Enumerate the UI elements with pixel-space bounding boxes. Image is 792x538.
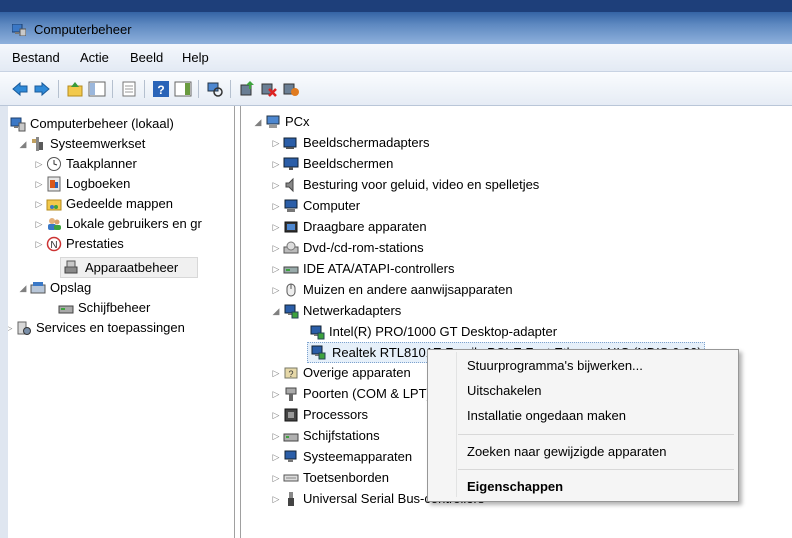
- network-adapter-icon: [284, 304, 299, 319]
- cdrom-icon: [283, 241, 299, 254]
- toolbar: ?: [0, 72, 792, 106]
- collapsed-arrow-icon[interactable]: ▷: [271, 259, 281, 279]
- unknown-device-icon: ?: [284, 367, 298, 379]
- monitor-icon: [283, 157, 299, 170]
- computer-management-icon: [12, 24, 26, 36]
- collapsed-arrow-icon[interactable]: ▷: [8, 318, 14, 338]
- context-menu-separator: [458, 469, 734, 470]
- collapsed-arrow-icon[interactable]: ▷: [271, 447, 281, 467]
- disk-drive-icon: [283, 433, 299, 442]
- toolbar-separator: [112, 80, 113, 98]
- menu-item-uitschakelen[interactable]: Uitschakelen: [467, 383, 541, 398]
- toolbar-separator: [198, 80, 199, 98]
- computer-icon: [284, 199, 298, 212]
- collapsed-arrow-icon[interactable]: ▷: [34, 234, 44, 254]
- collapsed-arrow-icon[interactable]: ▷: [271, 217, 281, 237]
- menu-bar: Bestand Actie Beeld Help: [0, 44, 792, 72]
- toolbar-separator: [58, 80, 59, 98]
- expanded-arrow-icon[interactable]: ◢: [271, 301, 281, 321]
- update-driver-icon[interactable]: [238, 80, 256, 98]
- collapsed-arrow-icon[interactable]: ▷: [271, 363, 281, 383]
- title-bar: Computerbeheer: [0, 0, 792, 44]
- users-icon: [48, 218, 61, 230]
- menu-item-zoeken-gewijzigde-apparaten[interactable]: Zoeken naar gewijzigde apparaten: [467, 444, 666, 459]
- scan-hardware-icon[interactable]: [206, 80, 224, 98]
- port-icon: [285, 387, 297, 401]
- help-icon[interactable]: ?: [152, 80, 170, 98]
- collapsed-arrow-icon[interactable]: ▷: [34, 194, 44, 214]
- storage-icon: [30, 282, 46, 294]
- collapsed-arrow-icon[interactable]: ▷: [271, 133, 281, 153]
- window-frame-top: [0, 0, 792, 12]
- system-tools-icon: [32, 137, 43, 151]
- usb-icon: [288, 492, 294, 506]
- expanded-arrow-icon[interactable]: ◢: [18, 278, 28, 298]
- tree-item-apparaatbeheer[interactable]: Apparaatbeheer: [60, 257, 198, 278]
- collapsed-arrow-icon[interactable]: ▷: [271, 175, 281, 195]
- clock-icon: [47, 157, 61, 171]
- performance-icon: N: [46, 236, 62, 252]
- uninstall-device-icon[interactable]: [282, 80, 300, 98]
- collapsed-arrow-icon[interactable]: ▷: [271, 384, 281, 404]
- disable-device-icon[interactable]: [260, 80, 278, 98]
- device-manager-icon: [64, 260, 78, 274]
- speaker-icon: [285, 177, 294, 193]
- collapsed-arrow-icon[interactable]: ▷: [34, 174, 44, 194]
- display-adapter-icon: [283, 137, 297, 149]
- ide-controller-icon: [283, 266, 299, 274]
- properties-icon[interactable]: [120, 80, 138, 98]
- svg-text:N: N: [50, 240, 57, 251]
- shared-folder-icon: [46, 199, 62, 211]
- event-viewer-icon: [47, 176, 61, 192]
- show-hide-action-pane-icon[interactable]: [174, 80, 192, 98]
- console-tree-pane: Computerbeheer (lokaal) ◢ Systeemwerkset…: [8, 106, 235, 538]
- collapsed-arrow-icon[interactable]: ▷: [271, 154, 281, 174]
- computer-management-icon: [10, 117, 26, 132]
- context-menu: Stuurprogramma's bijwerken... Uitschakel…: [427, 349, 739, 502]
- collapsed-arrow-icon[interactable]: ▷: [34, 214, 44, 234]
- keyboard-icon: [283, 474, 299, 482]
- menu-item-eigenschappen[interactable]: Eigenschappen: [467, 479, 563, 494]
- expanded-arrow-icon[interactable]: ◢: [18, 134, 28, 154]
- menu-bestand[interactable]: Bestand: [12, 50, 60, 65]
- collapsed-arrow-icon[interactable]: ▷: [271, 489, 281, 509]
- processor-icon: [284, 408, 298, 422]
- collapsed-arrow-icon[interactable]: ▷: [271, 238, 281, 258]
- back-arrow-icon[interactable]: [11, 80, 29, 98]
- menu-item-stuurprogramma-bijwerken[interactable]: Stuurprogramma's bijwerken...: [467, 358, 643, 373]
- collapsed-arrow-icon[interactable]: ▷: [271, 468, 281, 488]
- show-hide-tree-icon[interactable]: [88, 80, 106, 98]
- expanded-arrow-icon[interactable]: ◢: [253, 112, 263, 132]
- collapsed-arrow-icon[interactable]: ▷: [271, 196, 281, 216]
- portable-device-icon: [284, 221, 298, 233]
- svg-text:?: ?: [157, 83, 164, 97]
- toolbar-separator: [230, 80, 231, 98]
- collapsed-arrow-icon[interactable]: ▷: [34, 154, 44, 174]
- window-title: Computerbeheer: [34, 22, 132, 37]
- toolbar-separator: [144, 80, 145, 98]
- window-left-edge: [0, 106, 8, 538]
- collapsed-arrow-icon[interactable]: ▷: [271, 280, 281, 300]
- menu-help[interactable]: Help: [182, 50, 209, 65]
- up-folder-icon[interactable]: [66, 80, 84, 98]
- collapsed-arrow-icon[interactable]: ▷: [271, 405, 281, 425]
- menu-item-installatie-ongedaan-maken[interactable]: Installatie ongedaan maken: [467, 408, 626, 423]
- context-menu-gutter: [456, 352, 457, 497]
- menu-beeld[interactable]: Beeld: [130, 50, 163, 65]
- disk-management-icon: [58, 305, 74, 314]
- forward-arrow-icon[interactable]: [33, 80, 51, 98]
- computer-icon: [266, 115, 280, 128]
- services-icon: [17, 321, 31, 335]
- collapsed-arrow-icon[interactable]: ▷: [271, 426, 281, 446]
- system-device-icon: [284, 450, 297, 462]
- menu-actie[interactable]: Actie: [80, 50, 109, 65]
- network-adapter-icon: [311, 345, 326, 360]
- context-menu-separator: [458, 434, 734, 435]
- mouse-icon: [286, 283, 296, 297]
- svg-text:?: ?: [288, 369, 293, 379]
- network-adapter-icon: [310, 325, 325, 340]
